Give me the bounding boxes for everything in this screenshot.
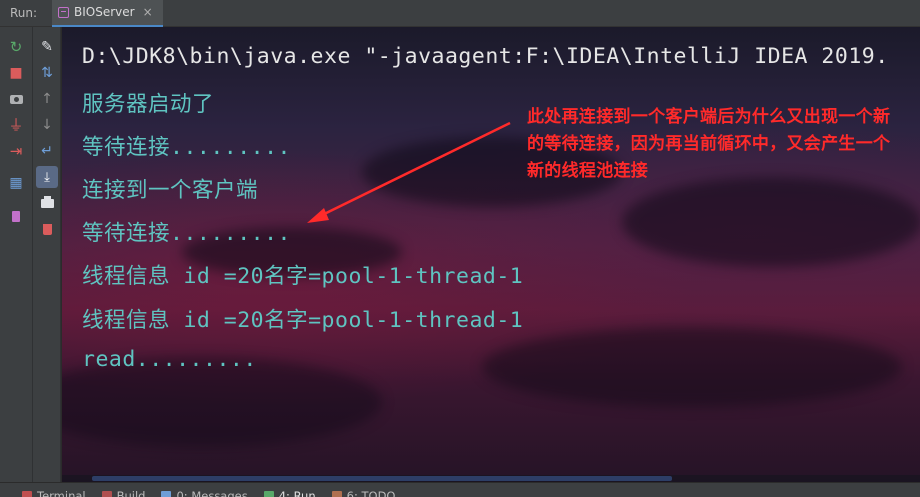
print-button[interactable] [36,192,58,214]
annotation-note: 此处再连接到一个客户端后为什么又出现一个新的等待连接，因为再当前循环中，又会产生… [527,107,891,181]
close-icon[interactable]: × [143,5,153,19]
tool-window-build[interactable]: Build [94,486,154,497]
edit-icon: ✎ [41,39,53,55]
run-label: Run: [10,6,38,20]
down-button[interactable]: ↓ [36,114,58,136]
tool-window-todo[interactable]: 6: TODO [324,486,404,497]
tool-window-label: 4: Run [278,489,316,497]
scrollbar-thumb[interactable] [92,476,672,481]
tab-bioserver[interactable]: BIOServer × [52,0,163,27]
edit-configuration-button[interactable]: ✎ [36,36,58,58]
rerun-button[interactable]: ↻ [5,36,27,58]
soft-wrap-icon: ↵ [41,143,53,159]
console-line: 等待连接......... [82,135,291,160]
console-line: 连接到一个客户端 [82,178,259,203]
horizontal-scrollbar[interactable] [62,475,920,482]
down-arrow-icon: ↓ [41,117,53,133]
console-command-line: D:\JDK8\bin\java.exe "-javaagent:F:\IDEA… [82,44,889,69]
trash-icon [42,223,52,235]
tool-window-terminal[interactable]: Terminal [14,486,94,497]
run-icon [263,491,274,497]
tool-window-label: Build [116,489,146,497]
run-tool-window-header: Run: BIOServer × [0,0,920,27]
exit-icon: ⇥ [9,141,23,160]
tool-window-run[interactable]: 4: Run [256,486,324,497]
print-icon [40,195,54,208]
layout-icon: ▦ [9,175,23,191]
java-class-icon [58,6,69,18]
pin-tab-button[interactable] [5,205,27,227]
todo-icon [331,491,342,497]
exit-button[interactable]: ⇥ [5,140,27,162]
tool-window-bar: Terminal Build 0: Messages 4: Run 6: TOD… [0,482,920,497]
soft-wrap-button[interactable]: ↵ [36,140,58,162]
rerun-icon: ↻ [9,37,23,56]
tool-window-messages[interactable]: 0: Messages [153,486,255,497]
tool-window-label: 6: TODO [346,489,396,497]
up-arrow-icon: ↑ [41,91,53,107]
tool-window-label: Terminal [37,489,86,497]
console-line: 线程信息 id =20名字=pool-1-thread-1 [82,264,524,289]
plug-icon: ⏚ [8,115,24,134]
clear-all-button[interactable] [36,218,58,240]
messages-icon [161,491,172,497]
sort-icon: ⇅ [41,65,53,81]
camera-icon [9,94,23,104]
scroll-to-end-icon: ⤓ [44,169,50,185]
tool-window-label: 0: Messages [176,489,248,497]
dump-threads-button[interactable] [5,88,27,110]
console-output[interactable]: D:\JDK8\bin\java.exe "-javaagent:F:\IDEA… [62,27,920,482]
stop-button[interactable]: ■ [5,62,27,84]
close-connection-button[interactable]: ⏚ [5,114,27,136]
console-line: 线程信息 id =20名字=pool-1-thread-1 [82,308,524,333]
run-toolbar-primary: ↻ ■ ⏚ ⇥ ▦ [0,27,33,482]
restore-layout-button[interactable]: ▦ [5,172,27,194]
console-line: read......... [82,347,257,372]
scroll-to-end-button[interactable]: ⤓ [36,166,58,188]
console-line: 等待连接......... [82,221,291,246]
sort-button[interactable]: ⇅ [36,62,58,84]
terminal-icon [22,491,32,497]
pin-icon [12,210,20,222]
run-toolbar-secondary: ✎ ⇅ ↑ ↓ ↵ ⤓ [33,27,61,482]
stop-icon: ■ [9,65,23,81]
console-line: 服务器启动了 [82,92,215,117]
build-icon [101,491,112,497]
tab-label: BIOServer [74,5,135,19]
up-button[interactable]: ↑ [36,88,58,110]
